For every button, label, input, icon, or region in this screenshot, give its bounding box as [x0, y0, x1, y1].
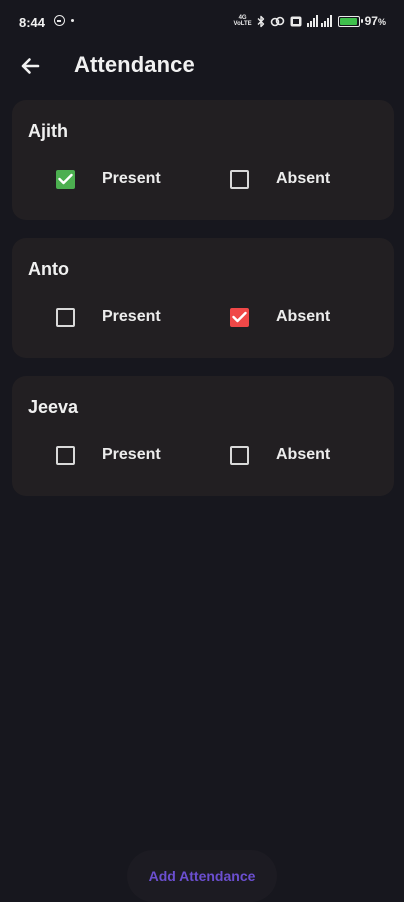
- status-bar: 8:44 4G VoLTE 97%: [0, 0, 404, 44]
- battery-value: 97: [364, 14, 378, 28]
- back-button[interactable]: [16, 52, 44, 80]
- status-right-icons: 4G VoLTE 97%: [234, 13, 386, 29]
- status-left-icons: [54, 15, 74, 26]
- battery-icon: [337, 15, 363, 27]
- check-icon: [58, 173, 73, 185]
- absent-label: Absent: [276, 308, 331, 325]
- absent-checkbox[interactable]: [230, 169, 249, 189]
- present-label: Present: [102, 446, 161, 463]
- face-icon: [54, 15, 65, 26]
- volte-label: VoLTE: [233, 21, 252, 27]
- student-card: Anto Present Absent: [12, 238, 394, 358]
- student-name: Jeeva: [28, 397, 79, 417]
- battery-suffix: %: [377, 17, 386, 27]
- present-label: Present: [102, 308, 161, 325]
- dot-icon: [71, 19, 74, 22]
- absent-option[interactable]: Absent: [230, 443, 330, 467]
- absent-label: Absent: [276, 446, 331, 463]
- page-title: Attendance: [74, 52, 195, 77]
- present-option[interactable]: Present: [56, 443, 161, 467]
- battery-fill: [339, 17, 358, 25]
- status-time: 8:44: [19, 15, 46, 30]
- bluetooth-icon: [257, 15, 265, 28]
- student-card: Jeeva Present Absent: [12, 376, 394, 496]
- present-option[interactable]: Present: [56, 305, 161, 329]
- student-card: Ajith Present Absent: [12, 100, 394, 220]
- battery-percent: 97%: [365, 14, 386, 28]
- arrow-left-icon: [21, 58, 40, 74]
- network-icon: 4G VoLTE: [234, 15, 252, 27]
- cast-icon: [290, 16, 302, 27]
- absent-label: Absent: [276, 170, 331, 187]
- student-name: Anto: [28, 259, 69, 279]
- absent-checkbox[interactable]: [230, 307, 249, 327]
- student-name: Ajith: [28, 121, 68, 141]
- absent-checkbox[interactable]: [230, 445, 249, 465]
- present-checkbox[interactable]: [56, 307, 75, 327]
- present-option[interactable]: Present: [56, 167, 161, 191]
- absent-option[interactable]: Absent: [230, 167, 330, 191]
- present-checkbox[interactable]: [56, 445, 75, 465]
- signal-icon: [306, 15, 333, 27]
- app-bar: Attendance: [0, 44, 404, 86]
- absent-option[interactable]: Absent: [230, 305, 330, 329]
- present-label: Present: [102, 170, 161, 187]
- check-icon: [232, 311, 247, 323]
- link-icon: [270, 16, 285, 27]
- present-checkbox[interactable]: [56, 169, 75, 189]
- add-attendance-button[interactable]: Add Attendance: [127, 850, 277, 902]
